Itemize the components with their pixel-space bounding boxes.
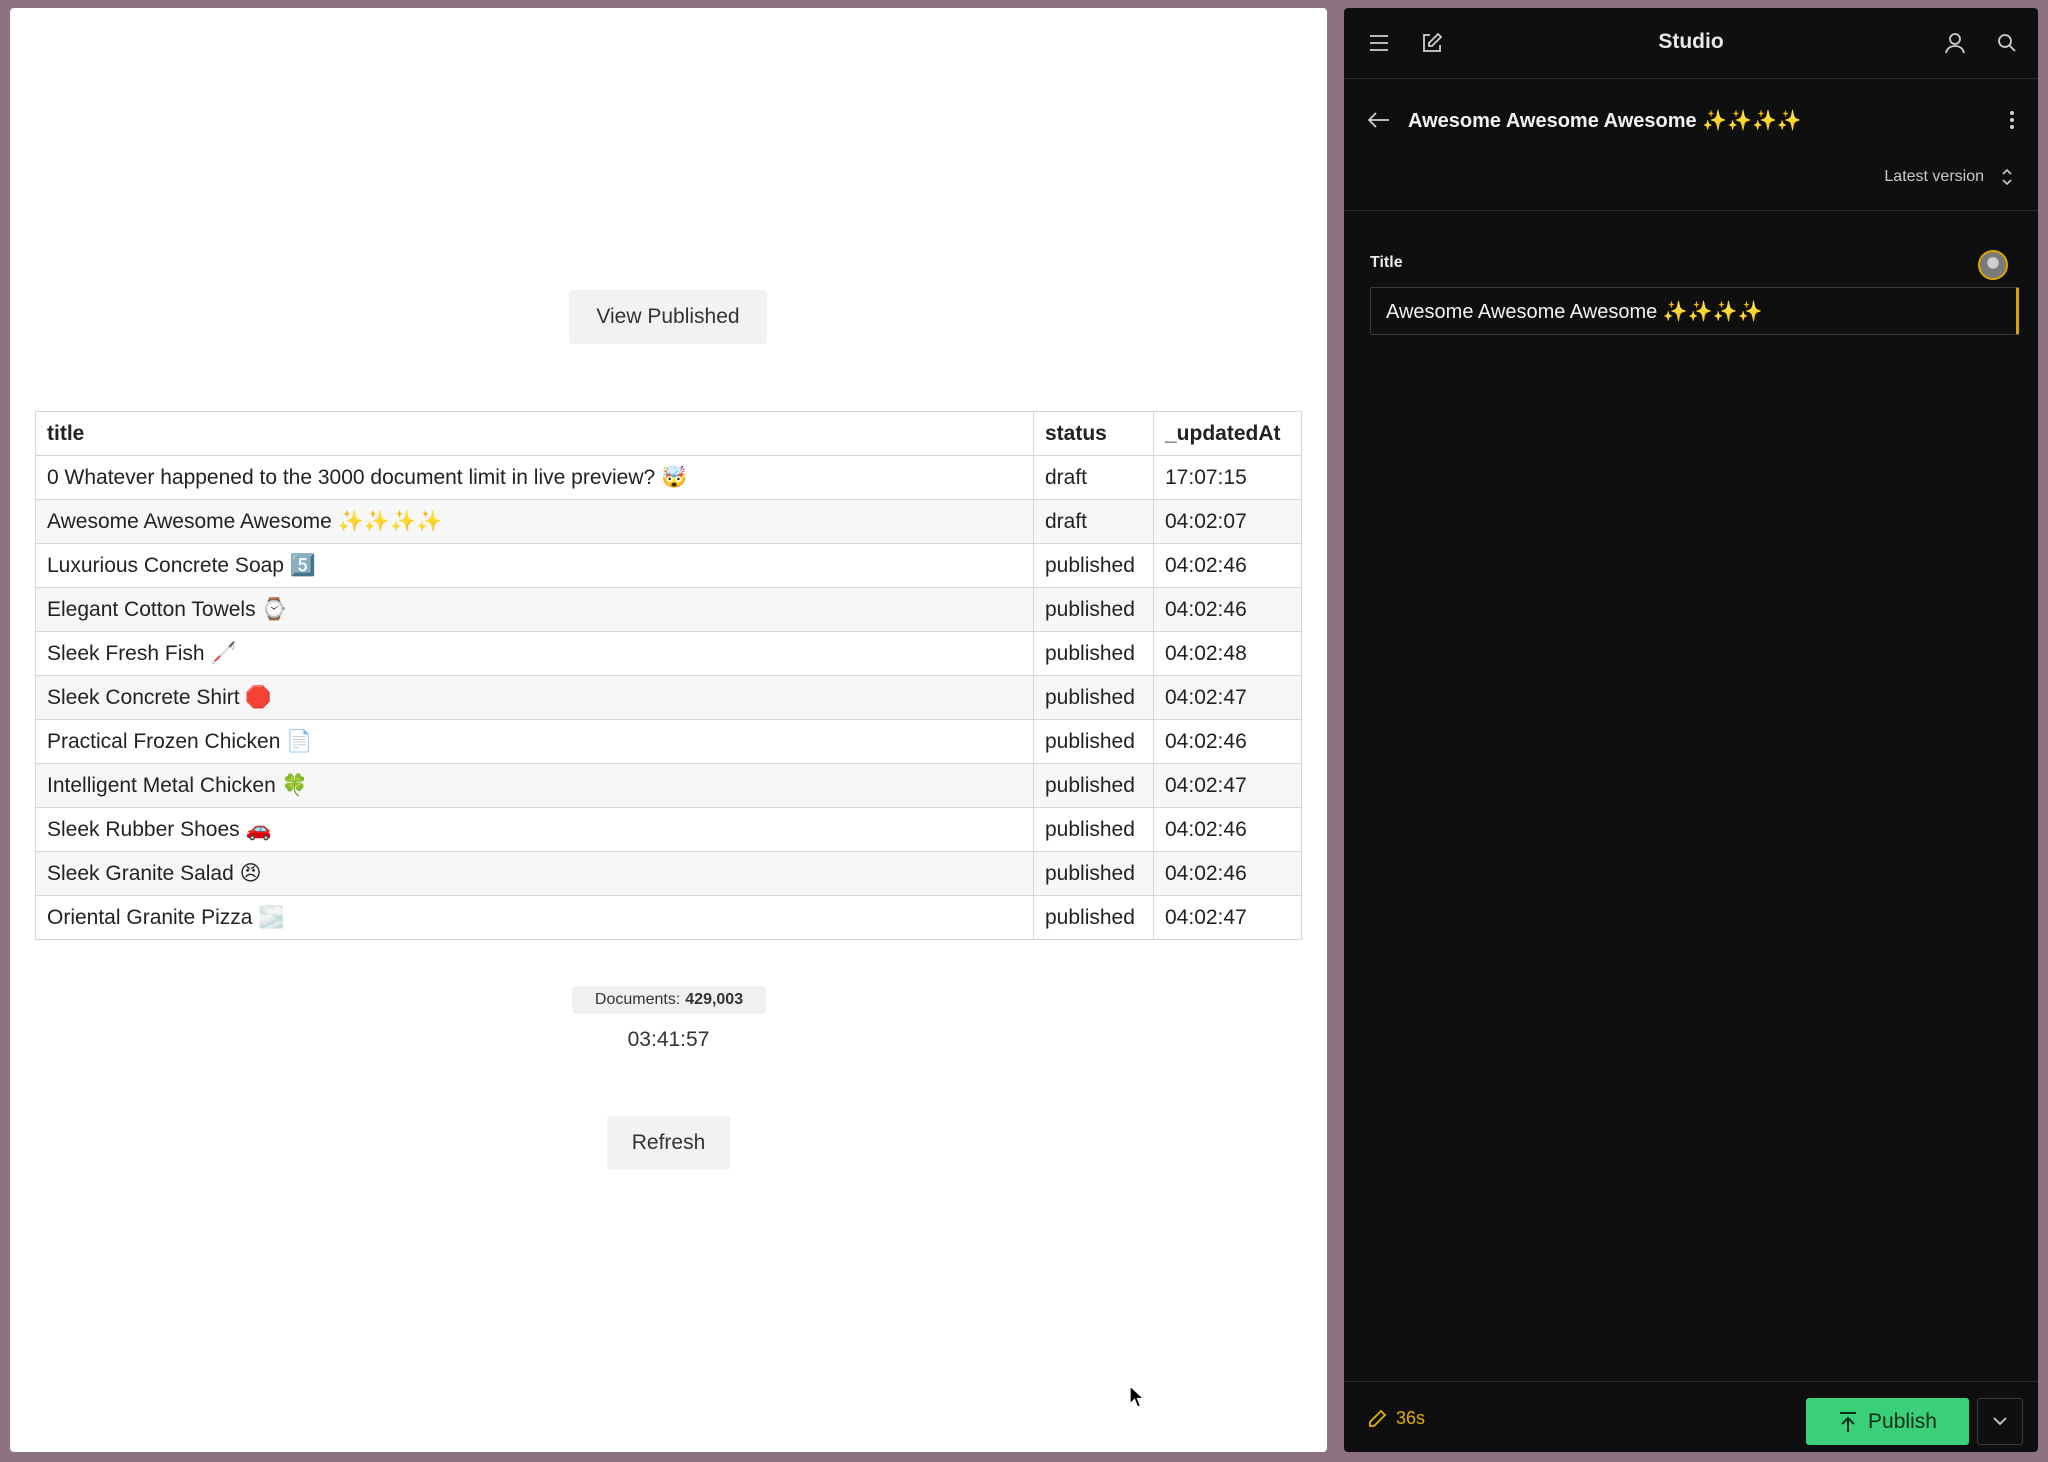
column-header-updated-at: _updatedAt bbox=[1153, 411, 1302, 456]
publish-menu-button[interactable] bbox=[1977, 1398, 2023, 1445]
studio-footer: 36s Publish bbox=[1344, 1381, 2038, 1452]
cell-status: published bbox=[1033, 763, 1154, 808]
table-row: Intelligent Metal Chicken 🍀 published 04:0… bbox=[35, 763, 1302, 808]
cell-status: published bbox=[1033, 851, 1154, 896]
cell-updated-at: 04:02:48 bbox=[1153, 631, 1302, 676]
column-header-status: status bbox=[1033, 411, 1154, 456]
table-row: Sleek Fresh Fish 🦯 published 04:02:48 bbox=[35, 631, 1302, 676]
edit-time: 36s bbox=[1396, 1408, 1426, 1428]
table-row: 0 Whatever happened to the 3000 document… bbox=[35, 455, 1302, 500]
avatar bbox=[1978, 250, 2008, 280]
documents-label: Documents: bbox=[594, 991, 681, 1008]
studio-title: Studio bbox=[1658, 30, 1724, 53]
cell-status: published bbox=[1033, 807, 1154, 852]
cell-updated-at: 04:02:47 bbox=[1153, 675, 1302, 720]
cell-status: published bbox=[1033, 543, 1154, 588]
cell-title: Oriental Granite Pizza 🌫️ bbox=[35, 895, 1034, 940]
cell-title: Sleek Fresh Fish 🦯 bbox=[35, 631, 1034, 676]
chevron-updown-icon[interactable] bbox=[1998, 166, 2016, 188]
documents-table: title status _updatedAt 0 Whatever happe… bbox=[35, 411, 1302, 940]
cell-title: Sleek Rubber Shoes 🚗 bbox=[35, 807, 1034, 852]
table-row: Sleek Granite Salad 😠 published 04:02:46 bbox=[35, 851, 1302, 896]
studio-pane: Studio Awesome Awesome Awesome ✨✨✨✨ Late… bbox=[1344, 8, 2038, 1452]
clock-time: 03:41:57 bbox=[627, 1028, 710, 1051]
cell-status: published bbox=[1033, 631, 1154, 676]
title-input[interactable] bbox=[1370, 287, 2019, 335]
table-row: Luxurious Concrete Soap 5️⃣ published 04:0… bbox=[35, 543, 1302, 588]
table-row: Awesome Awesome Awesome ✨✨✨✨ draft 04:02:0… bbox=[35, 499, 1302, 544]
version-selector[interactable]: Latest version bbox=[1884, 168, 1984, 186]
version-label: Latest version bbox=[1884, 168, 1984, 185]
cell-title: 0 Whatever happened to the 3000 document… bbox=[35, 455, 1034, 500]
pencil-icon bbox=[1364, 1406, 1390, 1432]
preview-pane: View Published title status _updatedAt 0… bbox=[10, 8, 1327, 1452]
documents-count-badge: Documents: 429,003 bbox=[572, 986, 766, 1014]
cell-status: published bbox=[1033, 675, 1154, 720]
cell-title: Luxurious Concrete Soap 5️⃣ bbox=[35, 543, 1034, 588]
column-header-title: title bbox=[35, 411, 1034, 456]
arrow-left-icon[interactable] bbox=[1364, 105, 1394, 135]
cell-status: published bbox=[1033, 587, 1154, 632]
refresh-button[interactable]: Refresh bbox=[607, 1116, 730, 1170]
cell-updated-at: 04:02:07 bbox=[1153, 499, 1302, 544]
cell-title: Elegant Cotton Towels ⌚ bbox=[35, 587, 1034, 632]
cell-title: Sleek Granite Salad 😠 bbox=[35, 851, 1034, 896]
cell-updated-at: 04:02:46 bbox=[1153, 851, 1302, 896]
view-published-button[interactable]: View Published bbox=[569, 290, 767, 344]
cell-status: published bbox=[1033, 719, 1154, 764]
users-icon[interactable] bbox=[1939, 27, 1971, 59]
table-row: Elegant Cotton Towels ⌚ published 04:02:46 bbox=[35, 587, 1302, 632]
cell-status: published bbox=[1033, 895, 1154, 940]
cell-status: draft bbox=[1033, 499, 1154, 544]
publish-label: Publish bbox=[1868, 1409, 1937, 1433]
document-title: Awesome Awesome Awesome ✨✨✨✨ bbox=[1408, 110, 1802, 132]
cell-updated-at: 04:02:47 bbox=[1153, 895, 1302, 940]
studio-topbar: Studio bbox=[1344, 8, 2038, 79]
table-header-row: title status _updatedAt bbox=[35, 411, 1302, 456]
cell-status: draft bbox=[1033, 455, 1154, 500]
document-header: Awesome Awesome Awesome ✨✨✨✨ Latest vers… bbox=[1344, 78, 2038, 211]
chevron-down-icon bbox=[1993, 1417, 2007, 1426]
title-field-label: Title bbox=[1370, 254, 1403, 271]
table-row: Sleek Rubber Shoes 🚗 published 04:02:46 bbox=[35, 807, 1302, 852]
cell-title: Awesome Awesome Awesome ✨✨✨✨ bbox=[35, 499, 1034, 544]
cell-title: Sleek Concrete Shirt 🛑 bbox=[35, 675, 1034, 720]
table-row: Sleek Concrete Shirt 🛑 published 04:02:47 bbox=[35, 675, 1302, 720]
documents-count: 429,003 bbox=[685, 991, 744, 1008]
publish-arrow-icon bbox=[1840, 1411, 1857, 1432]
table-row: Practical Frozen Chicken 📄 published 04:02… bbox=[35, 719, 1302, 764]
table-row: Oriental Granite Pizza 🌫️ published 04:02:… bbox=[35, 895, 1302, 940]
cell-title: Intelligent Metal Chicken 🍀 bbox=[35, 763, 1034, 808]
mouse-cursor-icon bbox=[1129, 1385, 1145, 1408]
cell-updated-at: 04:02:46 bbox=[1153, 543, 1302, 588]
cell-updated-at: 04:02:46 bbox=[1153, 719, 1302, 764]
kebab-menu-icon[interactable] bbox=[2000, 105, 2024, 135]
cell-updated-at: 04:02:46 bbox=[1153, 807, 1302, 852]
publish-button[interactable]: Publish bbox=[1806, 1398, 1969, 1445]
cell-updated-at: 04:02:47 bbox=[1153, 763, 1302, 808]
cell-updated-at: 04:02:46 bbox=[1153, 587, 1302, 632]
cell-updated-at: 17:07:15 bbox=[1153, 455, 1302, 500]
search-icon[interactable] bbox=[1992, 28, 2022, 58]
cell-title: Practical Frozen Chicken 📄 bbox=[35, 719, 1034, 764]
